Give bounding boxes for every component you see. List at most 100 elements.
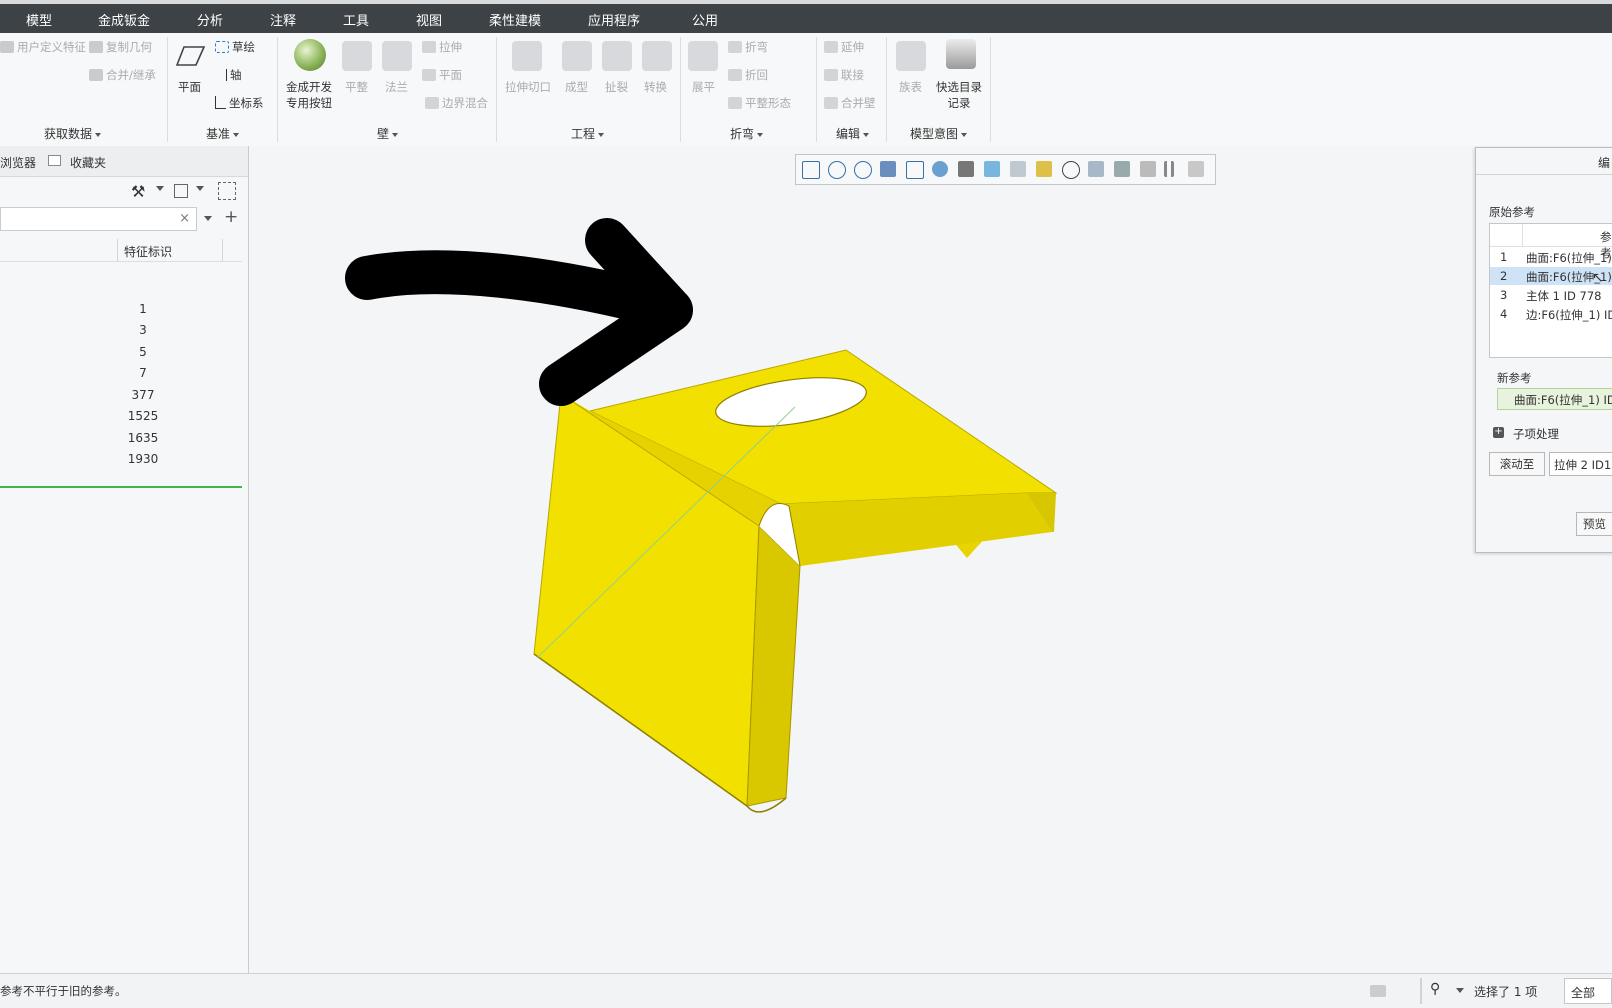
flange-button[interactable]: 法兰 (385, 79, 408, 95)
group-divider (886, 37, 887, 142)
extrude-wall-button[interactable]: 拉伸 (422, 39, 462, 55)
scroll-to-button[interactable]: 滚动至 (1489, 452, 1545, 476)
table-row[interactable]: 1 曲面:F6(拉伸_1) (1490, 248, 1612, 266)
planar-wall-button[interactable]: 平面 (422, 67, 462, 83)
join-button[interactable]: 联接 (824, 67, 864, 83)
pause-icon[interactable] (1164, 161, 1174, 177)
bend-button[interactable]: 折弯 (728, 39, 768, 55)
tree-row-id[interactable]: 1 (23, 302, 263, 316)
special-dev-button[interactable]: 金成开发 专用按钮 (286, 79, 332, 111)
group-get-data-label[interactable]: 获取数据 (44, 125, 102, 142)
chevron-down-icon[interactable] (156, 186, 164, 191)
sketch-button[interactable]: 草绘 (215, 39, 255, 55)
point-display-icon[interactable] (1088, 161, 1104, 177)
show-options-icon[interactable] (174, 184, 188, 198)
tree-row-id[interactable]: 5 (23, 345, 263, 359)
selection-filter-select[interactable]: 全部 (1564, 978, 1612, 1004)
child-handling-label[interactable]: 子项处理 (1513, 426, 1559, 442)
row-reference: 边:F6(拉伸_1) ID (1526, 308, 1612, 322)
table-row[interactable]: 4 边:F6(拉伸_1) ID (1490, 305, 1612, 323)
menu-annotate[interactable]: 注释 (270, 10, 296, 29)
zoom-out-icon[interactable] (854, 161, 872, 179)
group-bend-label[interactable]: 折弯 (730, 125, 764, 142)
datum-display-icon[interactable] (1010, 161, 1026, 177)
printer-icon[interactable] (1370, 985, 1386, 997)
view-manager-icon[interactable] (958, 161, 974, 177)
unbend-button[interactable]: 展平 (692, 79, 715, 95)
new-ref-field[interactable]: 曲面:F6(拉伸_1) ID (1497, 388, 1612, 410)
flat-wall-button[interactable]: 平整 (345, 79, 368, 95)
tree-row-id[interactable]: 377 (23, 388, 263, 402)
menu-model[interactable]: 模型 (26, 10, 52, 29)
chevron-down-icon[interactable] (196, 186, 204, 191)
spin-center-icon[interactable] (1036, 161, 1052, 177)
family-table-button[interactable]: 族表 (899, 79, 922, 95)
repaint-icon[interactable] (880, 161, 896, 177)
chevron-down-icon[interactable] (204, 216, 212, 221)
tree-row-id[interactable]: 1525 (23, 409, 263, 423)
merge-wall-button[interactable]: 合并壁 (824, 95, 876, 111)
menu-tools[interactable]: 工具 (343, 10, 369, 29)
preview-button[interactable]: 预览 (1576, 512, 1612, 536)
group-wall-label[interactable]: 壁 (377, 125, 399, 142)
tree-search-input[interactable]: × (0, 207, 197, 231)
tab-favorites[interactable]: 收藏夹 (70, 154, 106, 171)
extend-button[interactable]: 延伸 (824, 39, 864, 55)
merge-inherit-button[interactable]: 合并/继承 (89, 67, 156, 83)
boundary-blend-button[interactable]: 边界混合 (425, 95, 488, 111)
sheetmetal-model[interactable] (249, 146, 1612, 973)
menu-analysis[interactable]: 分析 (197, 10, 223, 29)
menu-utilities[interactable]: 公用 (692, 10, 718, 29)
settings-tool-icon[interactable]: ⚒ (131, 182, 145, 201)
filter-tree-icon[interactable] (218, 182, 236, 200)
tab-browser[interactable]: 浏览器 (0, 154, 36, 171)
csys-button[interactable]: 坐标系 (215, 95, 264, 111)
table-row[interactable]: 3 主体 1 ID 778 (1490, 286, 1612, 304)
menu-view[interactable]: 视图 (416, 10, 442, 29)
tree-row-id[interactable]: 7 (23, 366, 263, 380)
plane-button[interactable]: 平面 (178, 79, 201, 95)
menu-applications[interactable]: 应用程序 (588, 10, 640, 29)
zoom-in-icon[interactable] (828, 161, 846, 179)
tree-row-id[interactable]: 3 (23, 323, 263, 337)
flat-pattern-button[interactable]: 平整形态 (728, 95, 791, 111)
group-engineering-label[interactable]: 工程 (571, 125, 605, 142)
rip-button[interactable]: 扯裂 (605, 79, 628, 95)
group-edit-label[interactable]: 编辑 (836, 125, 870, 142)
expand-plus-icon[interactable]: + (1493, 427, 1504, 438)
new-ref-label: 新参考 (1497, 371, 1532, 385)
csys-display-icon[interactable] (1114, 161, 1130, 177)
tree-row-id[interactable]: 1930 (23, 452, 263, 466)
dialog-titlebar[interactable]: 编 (1476, 148, 1612, 175)
quick-catalog-button[interactable]: 快选目录 记录 (936, 79, 982, 111)
bendback-button[interactable]: 折回 (728, 67, 768, 83)
udf-button[interactable]: 用户定义特征 (0, 39, 86, 55)
annotation-display-icon[interactable] (1062, 161, 1080, 179)
axis-button[interactable]: 轴 (218, 67, 242, 83)
display-style-icon[interactable] (906, 161, 924, 179)
warning-display-icon[interactable] (1140, 161, 1156, 177)
clear-search-icon[interactable]: × (179, 211, 190, 226)
form-button[interactable]: 成型 (565, 79, 588, 95)
insert-indicator-line[interactable] (0, 486, 242, 488)
feature-id-column-header[interactable]: 特征标识 (124, 243, 172, 260)
tree-row-id[interactable]: 1635 (23, 431, 263, 445)
group-datum-label[interactable]: 基准 (206, 125, 240, 142)
extrude-cut-button[interactable]: 拉伸切口 (505, 79, 551, 95)
graphics-viewport[interactable] (249, 146, 1612, 973)
menu-jincheng-sheetmetal[interactable]: 金成钣金 (98, 10, 150, 29)
saved-orientations-icon[interactable] (932, 161, 948, 177)
copy-geometry-button[interactable]: 复制几何 (89, 39, 152, 55)
chevron-down-icon (233, 132, 240, 137)
group-model-intent-label[interactable]: 模型意图 (910, 125, 968, 142)
chevron-down-icon[interactable] (1456, 988, 1464, 993)
convert-button[interactable]: 转换 (644, 79, 667, 95)
perspective-icon[interactable] (984, 161, 1000, 177)
binoculars-icon[interactable]: ⚲ (1430, 981, 1440, 997)
flat-wall-icon (342, 41, 372, 71)
add-column-icon[interactable]: + (224, 207, 238, 227)
refit-icon[interactable] (802, 161, 820, 179)
appearance-icon[interactable] (1188, 161, 1204, 177)
scroll-to-field[interactable]: 拉伸 2 ID1 (1549, 452, 1612, 476)
menu-flexible-modeling[interactable]: 柔性建模 (489, 10, 541, 29)
